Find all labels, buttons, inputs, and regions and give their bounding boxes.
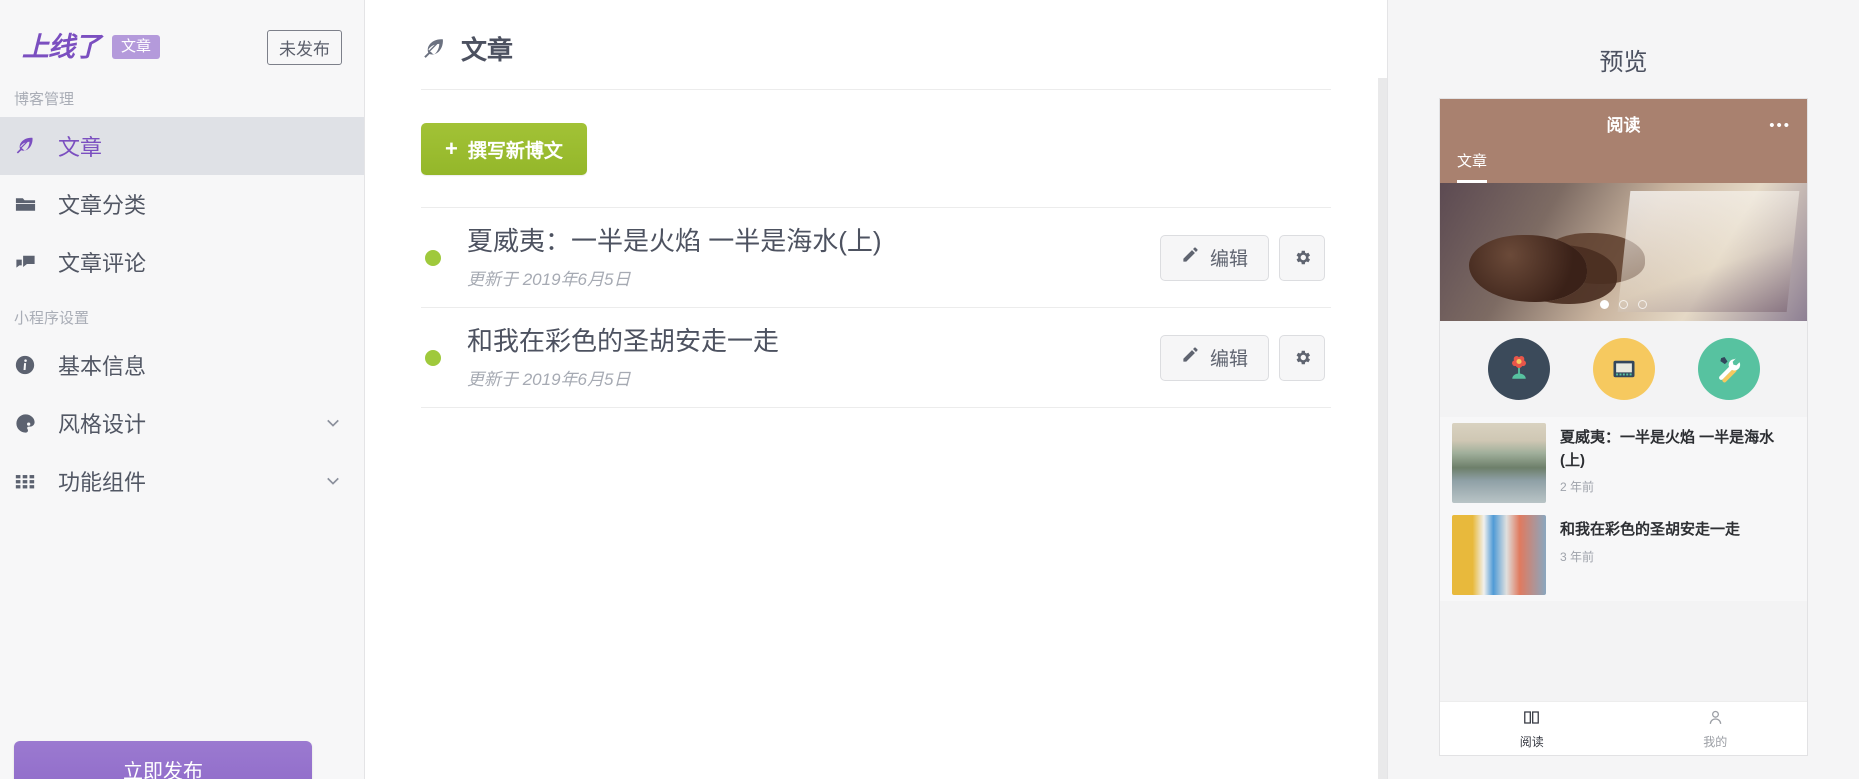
banner-carousel[interactable] — [1440, 183, 1807, 321]
edit-button-label: 编辑 — [1209, 349, 1248, 370]
page-header: 文章 — [421, 18, 1331, 90]
post-updated-date: 更新于 2019年6月5日 — [467, 270, 631, 290]
flower-icon[interactable] — [1487, 338, 1550, 400]
brand-logo[interactable]: 上线了 — [22, 33, 101, 61]
sidebar: 上线了 文章 未发布 博客管理 文章 文章分类 文章评论 小程序设置 基本信息 … — [0, 0, 365, 779]
chevron-down-icon[interactable] — [324, 414, 342, 432]
folder-icon — [14, 193, 48, 216]
tools-icon[interactable] — [1697, 338, 1760, 400]
tab-label: 我的 — [1703, 734, 1728, 749]
article-thumbnail — [1452, 515, 1546, 595]
article-body: 夏威夷：一半是火焰 一半是海水(上) 2 年前 — [1560, 423, 1795, 503]
palette-icon — [14, 412, 48, 435]
status-badge[interactable] — [425, 349, 441, 366]
phone-topbar-title: 阅读 — [1606, 116, 1641, 135]
sidebar-item-label: 文章评论 — [58, 251, 147, 276]
sidebar-item-articles[interactable]: 文章 — [0, 117, 364, 175]
edit-button-label: 编辑 — [1209, 249, 1248, 270]
sidebar-item-categories[interactable]: 文章分类 — [0, 175, 364, 233]
brand-chip: 文章 — [112, 35, 161, 59]
quick-icon-row — [1440, 321, 1807, 417]
sidebar-item-label: 文章分类 — [58, 193, 147, 218]
post-meta: 夏威夷：一半是火焰 一半是海水(上) 更新于 2019年6月5日 — [467, 225, 1142, 291]
person-icon — [1706, 708, 1725, 730]
grid-icon — [14, 470, 48, 492]
new-post-button-label: 撰写新博文 — [467, 140, 563, 162]
post-title[interactable]: 夏威夷：一半是火焰 一半是海水(上) — [467, 225, 1142, 259]
post-list: 夏威夷：一半是火焰 一半是海水(上) 更新于 2019年6月5日 编辑 和我在彩… — [421, 207, 1331, 408]
app-root: 上线了 文章 未发布 博客管理 文章 文章分类 文章评论 小程序设置 基本信息 … — [0, 0, 1859, 779]
row-actions: 编辑 — [1159, 234, 1325, 281]
feather-icon — [14, 135, 48, 157]
sidebar-item-label: 风格设计 — [58, 412, 147, 437]
main-content: 文章 + 撰写新博文 夏威夷：一半是火焰 一半是海水(上) 更新于 2019年6… — [365, 0, 1387, 779]
sidebar-item-label: 基本信息 — [58, 354, 147, 379]
post-title[interactable]: 和我在彩色的圣胡安走一走 — [467, 325, 1142, 359]
carousel-dot[interactable] — [1600, 300, 1609, 309]
feather-icon — [421, 36, 447, 62]
sidebar-item-label: 功能组件 — [58, 470, 147, 495]
row-actions: 编辑 — [1159, 334, 1325, 381]
phone-tabbar: 阅读 我的 — [1440, 701, 1807, 755]
list-item[interactable]: 夏威夷：一半是火焰 一半是海水(上) 2 年前 — [1440, 417, 1807, 509]
book-icon — [1522, 708, 1541, 730]
sidebar-item-comments[interactable]: 文章评论 — [0, 233, 364, 291]
brand-row: 上线了 文章 未发布 — [0, 0, 364, 72]
phone-preview: 阅读 ••• 文章 夏威夷：一半是火焰 一半是海水(上) 2 年前 和我在彩色的… — [1440, 99, 1807, 755]
article-thumbnail — [1452, 423, 1546, 503]
publish-button[interactable]: 立即发布 — [14, 741, 312, 779]
edit-button[interactable]: 编辑 — [1159, 334, 1269, 381]
list-item[interactable]: 和我在彩色的圣胡安走一走 3 年前 — [1440, 509, 1807, 601]
nav-group-title-miniapp: 小程序设置 — [14, 310, 90, 327]
article-title: 夏威夷：一半是火焰 一半是海水(上) — [1560, 429, 1775, 469]
tab-reading[interactable]: 阅读 — [1440, 702, 1624, 755]
article-time: 3 年前 — [1560, 549, 1595, 564]
edit-button[interactable]: 编辑 — [1159, 234, 1269, 281]
phone-topbar: 阅读 ••• 文章 — [1440, 99, 1807, 183]
preview-article-list: 夏威夷：一半是火焰 一半是海水(上) 2 年前 和我在彩色的圣胡安走一走 3 年… — [1440, 417, 1807, 701]
scrollbar[interactable] — [1378, 78, 1387, 779]
tv-icon[interactable] — [1592, 338, 1655, 400]
nav-group-title-blog: 博客管理 — [14, 91, 75, 108]
tab-mine[interactable]: 我的 — [1624, 702, 1808, 755]
sidebar-item-label: 文章 — [58, 135, 103, 160]
tab-label: 阅读 — [1519, 734, 1544, 749]
more-icon[interactable]: ••• — [1769, 118, 1791, 133]
sidebar-item-components[interactable]: 功能组件 — [0, 452, 364, 510]
post-updated-date: 更新于 2019年6月5日 — [467, 370, 631, 390]
status-badge[interactable] — [425, 249, 441, 266]
carousel-dot[interactable] — [1619, 300, 1628, 309]
post-meta: 和我在彩色的圣胡安走一走 更新于 2019年6月5日 — [467, 325, 1142, 391]
sidebar-item-style-design[interactable]: 风格设计 — [0, 394, 364, 452]
table-row[interactable]: 夏威夷：一半是火焰 一半是海水(上) 更新于 2019年6月5日 编辑 — [421, 208, 1331, 308]
carousel-dots — [1440, 300, 1807, 309]
comments-icon — [14, 251, 48, 274]
plus-icon: + — [445, 136, 458, 161]
phone-tab-articles[interactable]: 文章 — [1457, 150, 1488, 183]
article-body: 和我在彩色的圣胡安走一走 3 年前 — [1560, 515, 1795, 595]
pencil-icon — [1181, 245, 1200, 270]
gear-icon[interactable] — [1279, 234, 1325, 281]
carousel-dot[interactable] — [1638, 300, 1647, 309]
article-title: 和我在彩色的圣胡安走一走 — [1560, 521, 1741, 538]
info-icon — [14, 354, 48, 376]
publish-state-badge[interactable]: 未发布 — [267, 29, 342, 65]
page-title: 文章 — [461, 35, 514, 65]
gear-icon[interactable] — [1279, 334, 1325, 381]
table-row[interactable]: 和我在彩色的圣胡安走一走 更新于 2019年6月5日 编辑 — [421, 308, 1331, 408]
preview-title: 预览 — [1599, 49, 1648, 76]
sidebar-item-basic-info[interactable]: 基本信息 — [0, 336, 364, 394]
preview-panel: 预览 阅读 ••• 文章 夏威夷：一半是火焰 一半是海水(上) 2 年前 和我在… — [1387, 0, 1859, 779]
new-post-button[interactable]: + 撰写新博文 — [421, 123, 587, 175]
article-time: 2 年前 — [1560, 480, 1595, 494]
pencil-icon — [1181, 345, 1200, 370]
chevron-down-icon[interactable] — [324, 472, 342, 490]
